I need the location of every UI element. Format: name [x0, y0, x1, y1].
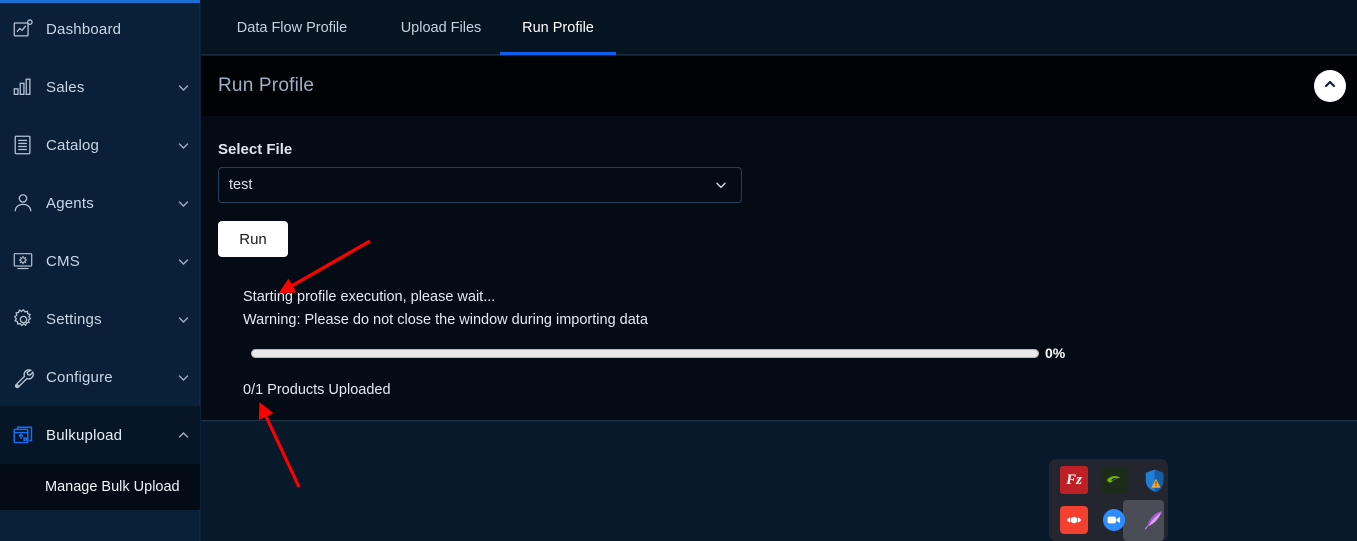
wrench-icon	[0, 366, 46, 389]
monitor-gear-icon	[0, 250, 46, 272]
sidebar-item-settings[interactable]: Settings	[0, 290, 200, 348]
sidebar-item-manage-bulk-upload[interactable]: Manage Bulk Upload	[0, 464, 200, 510]
sidebar-item-label: Agents	[46, 194, 94, 212]
filezilla-icon[interactable]: Fz	[1060, 466, 1088, 494]
chevron-down-icon[interactable]	[166, 80, 200, 95]
tab-run-profile[interactable]: Run Profile	[500, 0, 616, 55]
tab-label: Data Flow Profile	[236, 19, 348, 36]
sidebar-item-bulkupload[interactable]: Bulkupload	[0, 406, 200, 464]
chevron-down-icon[interactable]	[166, 312, 200, 327]
filezilla-glyph: Fz	[1066, 471, 1082, 488]
run-profile-card: Select File test Run Starting profile ex…	[201, 116, 1357, 421]
sidebar-item-configure[interactable]: Configure	[0, 348, 200, 406]
page-background-below-card	[201, 422, 1357, 541]
select-file-dropdown[interactable]: test	[218, 167, 742, 203]
chevron-up-icon[interactable]	[166, 428, 200, 443]
feather-quill-icon[interactable]	[1140, 506, 1168, 534]
chevron-up-icon	[1322, 76, 1338, 97]
sidebar-item-label: Dashboard	[46, 20, 122, 38]
nvidia-icon[interactable]	[1100, 466, 1128, 494]
sidebar-item-label: Settings	[46, 310, 102, 328]
windows-security-icon[interactable]	[1140, 466, 1168, 494]
person-icon	[0, 192, 46, 214]
active-tab-underline	[500, 52, 616, 55]
products-uploaded-counter: 0/1 Products Uploaded	[243, 382, 391, 398]
tab-bar: Data Flow Profile Upload Files Run Profi…	[201, 0, 1357, 55]
dashboard-chart-icon	[0, 18, 46, 40]
tab-data-flow-profile[interactable]: Data Flow Profile	[222, 0, 362, 55]
page-header: Run Profile	[201, 56, 1357, 116]
sidebar-item-label: Configure	[46, 368, 113, 386]
sidebar-item-catalog[interactable]: Catalog	[0, 116, 200, 174]
sidebar-item-agents[interactable]: Agents	[0, 174, 200, 232]
gear-icon	[0, 308, 46, 331]
sidebar-item-label: CMS	[46, 252, 80, 270]
chevron-down-icon[interactable]	[166, 138, 200, 153]
collapse-section-button[interactable]	[1314, 70, 1346, 102]
sidebar-item-label: Sales	[46, 78, 85, 96]
bulk-upload-icon	[0, 424, 46, 447]
chevron-down-icon[interactable]	[166, 254, 200, 269]
upload-progress: 0%	[251, 345, 1091, 361]
sidebar-item-sales[interactable]: Sales	[0, 58, 200, 116]
tab-upload-files[interactable]: Upload Files	[386, 0, 496, 55]
red-app-icon[interactable]	[1060, 506, 1088, 534]
sidebar-item-label: Bulkupload	[46, 426, 123, 444]
progress-bar-track	[251, 348, 1039, 358]
app-root: Dashboard Sales Catalog Agents CMS Setti…	[0, 0, 1357, 541]
bar-chart-icon	[0, 76, 46, 98]
sidebar: Dashboard Sales Catalog Agents CMS Setti…	[0, 0, 200, 541]
system-tray-overflow-panel: Fz	[1049, 459, 1168, 541]
sidebar-item-label: Catalog	[46, 136, 100, 154]
sidebar-subitem-label: Manage Bulk Upload	[45, 479, 180, 495]
tab-label: Upload Files	[400, 19, 482, 36]
progress-percent-label: 0%	[1045, 345, 1066, 361]
zoom-camera-icon[interactable]	[1100, 506, 1128, 534]
sidebar-item-dashboard[interactable]: Dashboard	[0, 0, 200, 58]
status-starting-message: Starting profile execution, please wait.…	[243, 289, 496, 305]
sidebar-item-cms[interactable]: CMS	[0, 232, 200, 290]
document-list-icon	[0, 134, 46, 156]
status-warning-message: Warning: Please do not close the window …	[243, 312, 648, 328]
select-file-label: Select File	[218, 141, 293, 158]
tab-label: Run Profile	[522, 19, 594, 36]
page-title: Run Profile	[218, 75, 315, 96]
chevron-down-icon[interactable]	[166, 370, 200, 385]
run-button[interactable]: Run	[218, 221, 288, 257]
chevron-down-icon[interactable]	[166, 196, 200, 211]
